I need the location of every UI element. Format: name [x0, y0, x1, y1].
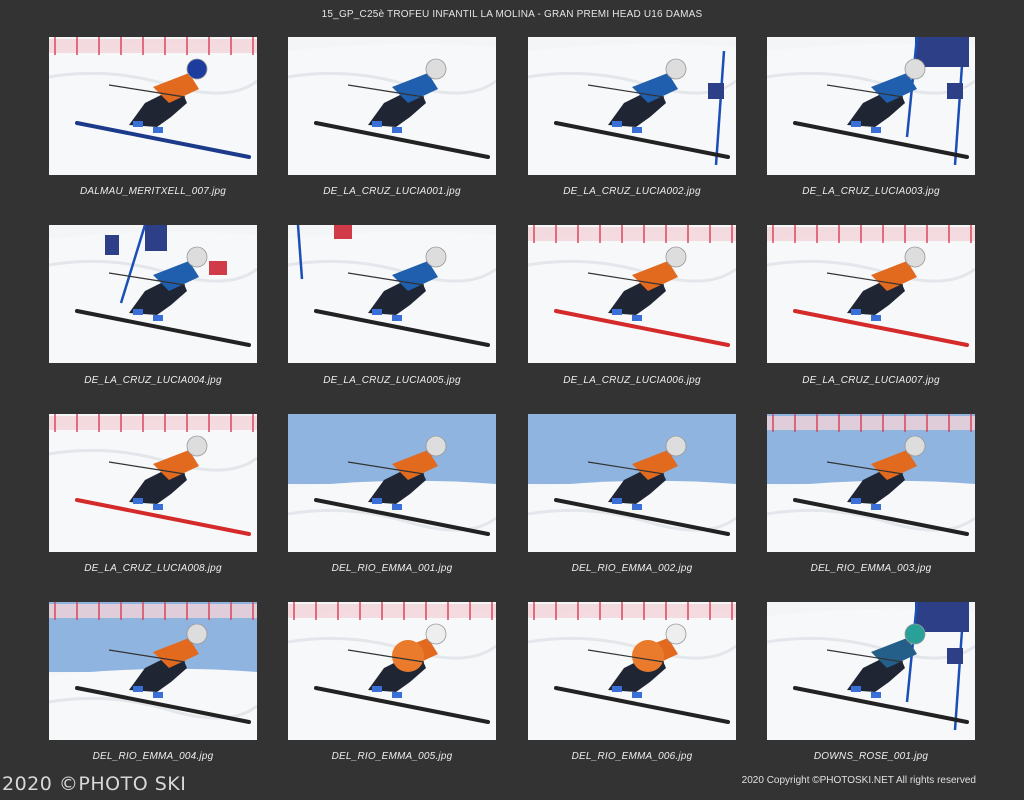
ski-racer-photo	[49, 37, 257, 175]
ski-racer-photo	[767, 37, 975, 175]
ski-racer-photo	[528, 225, 736, 363]
photo-filename-caption: DE_LA_CRUZ_LUCIA004.jpg	[84, 375, 222, 386]
photo-filename-caption: DOWNS_ROSE_001.jpg	[813, 751, 929, 762]
photo-thumbnail[interactable]	[528, 37, 736, 175]
photo-filename-caption: DE_LA_CRUZ_LUCIA001.jpg	[323, 186, 461, 197]
photo-filename-caption: DEL_RIO_EMMA_005.jpg	[331, 751, 453, 762]
photo-filename-caption: DEL_RIO_EMMA_003.jpg	[810, 563, 932, 574]
photo-filename-caption: DE_LA_CRUZ_LUCIA006.jpg	[563, 375, 701, 386]
photo-thumbnail[interactable]	[288, 225, 496, 363]
photo-thumbnail[interactable]	[288, 602, 496, 740]
page-title: 15_GP_C25è TROFEU INFANTIL LA MOLINA - G…	[321, 9, 703, 20]
photo-thumbnail[interactable]	[288, 414, 496, 552]
ski-racer-photo	[528, 37, 736, 175]
photo-filename-caption: DE_LA_CRUZ_LUCIA003.jpg	[802, 186, 940, 197]
ski-racer-photo	[528, 602, 736, 740]
photo-thumbnail[interactable]	[767, 225, 975, 363]
photo-filename-caption: DE_LA_CRUZ_LUCIA002.jpg	[563, 186, 701, 197]
photo-filename-caption: DE_LA_CRUZ_LUCIA007.jpg	[802, 375, 940, 386]
watermark-text: 2020 ©PHOTO SKI	[2, 773, 187, 795]
ski-racer-photo	[767, 225, 975, 363]
photo-filename-caption: DALMAU_MERITXELL_007.jpg	[80, 186, 226, 197]
photo-thumbnail[interactable]	[767, 37, 975, 175]
ski-racer-photo	[288, 602, 496, 740]
photo-thumbnail[interactable]	[528, 414, 736, 552]
photo-filename-caption: DEL_RIO_EMMA_002.jpg	[571, 563, 693, 574]
copyright-text: 2020 Copyright ©PHOTOSKI.NET All rights …	[741, 775, 976, 786]
ski-racer-photo	[49, 414, 257, 552]
ski-racer-photo	[767, 602, 975, 740]
photo-thumbnail[interactable]	[49, 37, 257, 175]
photo-filename-caption: DEL_RIO_EMMA_004.jpg	[92, 751, 214, 762]
ski-racer-photo	[288, 37, 496, 175]
ski-racer-photo	[288, 225, 496, 363]
photo-thumbnail[interactable]	[528, 225, 736, 363]
photo-filename-caption: DEL_RIO_EMMA_001.jpg	[331, 563, 453, 574]
photo-thumbnail[interactable]	[49, 602, 257, 740]
contact-sheet-page: 15_GP_C25è TROFEU INFANTIL LA MOLINA - G…	[0, 0, 1024, 800]
ski-racer-photo	[767, 414, 975, 552]
photo-filename-caption: DE_LA_CRUZ_LUCIA005.jpg	[323, 375, 461, 386]
ski-racer-photo	[49, 225, 257, 363]
ski-racer-photo	[49, 602, 257, 740]
photo-thumbnail[interactable]	[767, 414, 975, 552]
photo-thumbnail[interactable]	[288, 37, 496, 175]
photo-thumbnail[interactable]	[49, 225, 257, 363]
photo-filename-caption: DE_LA_CRUZ_LUCIA008.jpg	[84, 563, 222, 574]
photo-filename-caption: DEL_RIO_EMMA_006.jpg	[571, 751, 693, 762]
ski-racer-photo	[528, 414, 736, 552]
photo-thumbnail[interactable]	[528, 602, 736, 740]
photo-thumbnail[interactable]	[767, 602, 975, 740]
photo-thumbnail[interactable]	[49, 414, 257, 552]
ski-racer-photo	[288, 414, 496, 552]
